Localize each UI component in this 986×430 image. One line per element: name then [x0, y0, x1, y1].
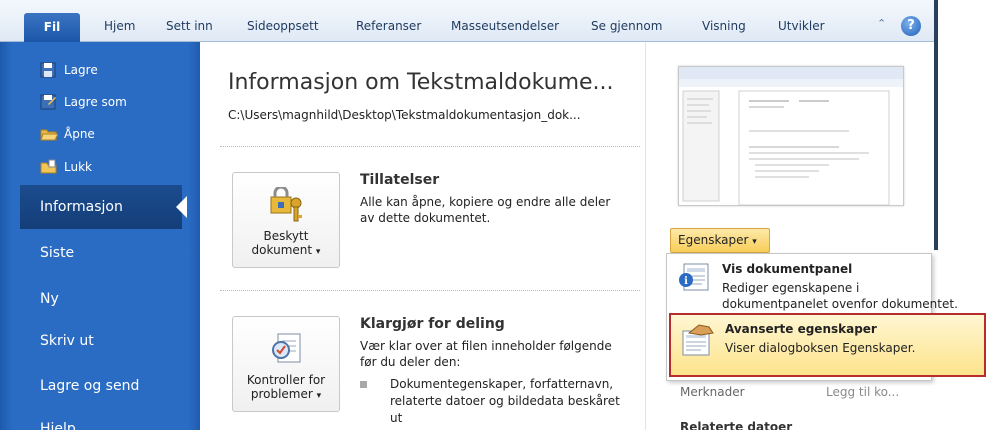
nav-save-as-label: Lagre som [64, 95, 127, 109]
menu-item-show-document-panel[interactable]: i Vis dokumentpanel Rediger egenskapene … [667, 254, 958, 312]
inspect-document-icon [266, 331, 306, 367]
prepare-description: Vær klar over at filen inneholder følgen… [360, 339, 612, 369]
protect-document-button[interactable]: Beskytt dokument ▾ [232, 172, 340, 268]
nav-open-label: Åpne [64, 127, 95, 141]
nav-item-info[interactable]: Informasjon [40, 199, 123, 215]
chevron-down-icon: ▾ [315, 247, 321, 257]
permissions-description: Alle kan åpne, kopiere og endre alle del… [360, 195, 611, 225]
document-thumbnail [678, 66, 904, 206]
tab-page-layout[interactable]: Sideoppsett [247, 19, 319, 33]
section-divider [220, 146, 640, 147]
nav-item-print[interactable]: Skriv ut [40, 333, 94, 349]
check-issues-button[interactable]: Kontroller for problemer ▾ [232, 316, 340, 412]
section-divider [220, 290, 640, 291]
menu-item-title: Avanserte egenskaper [725, 322, 877, 336]
check-issues-label-2: problemer ▾ [250, 387, 322, 401]
collapse-ribbon-icon[interactable]: ⌃ [877, 17, 886, 30]
nav-selected-notch [176, 196, 187, 218]
check-issues-label-1: Kontroller for [246, 373, 326, 387]
tab-review[interactable]: Se gjennom [591, 19, 662, 33]
related-dates-label: Relaterte datoer [680, 420, 793, 430]
nav-save[interactable]: Lagre [40, 60, 98, 80]
bullet-icon [360, 381, 367, 388]
chevron-down-icon: ▾ [752, 237, 757, 247]
save-as-icon [40, 94, 58, 110]
menu-item-desc: Viser dialogboksen Egenskaper. [725, 341, 916, 355]
open-folder-icon [40, 126, 59, 142]
list-item: Dokumentegenskaper, forfatternavn, relat… [360, 376, 630, 427]
nav-save-label: Lagre [64, 63, 98, 77]
add-comments-field[interactable]: Legg til ko... [826, 385, 899, 399]
svg-text:i: i [684, 276, 688, 287]
nav-item-new[interactable]: Ny [40, 291, 59, 307]
comments-label: Merknader [680, 385, 745, 399]
tab-file[interactable]: Fil [24, 13, 80, 42]
document-panel-icon: i [678, 262, 710, 296]
permissions-title: Tillatelser [360, 172, 440, 188]
advanced-properties-icon [679, 323, 715, 361]
nav-item-save-send[interactable]: Lagre og send [40, 378, 139, 394]
nav-save-as[interactable]: Lagre som [40, 92, 127, 112]
nav-item-help[interactable]: Hjelp [40, 421, 76, 430]
prepare-title: Klargjør for deling [360, 316, 505, 332]
nav-item-recent[interactable]: Siste [40, 245, 74, 261]
tab-insert[interactable]: Sett inn [166, 19, 213, 33]
menu-item-desc: dokumentpanelet ovenfor dokumentet. [722, 297, 958, 311]
tab-mailings[interactable]: Masseutsendelser [451, 19, 559, 33]
page-title: Informasjon om Tekstmaldokume... [228, 70, 614, 95]
protect-document-label-2: dokument ▾ [251, 243, 321, 257]
lock-key-icon [266, 185, 306, 223]
save-icon [40, 62, 58, 78]
tab-developer[interactable]: Utvikler [778, 19, 825, 33]
ribbon-tab-bar: Fil Hjem Sett inn Sideoppsett Referanser… [0, 0, 934, 42]
column-separator [645, 42, 646, 430]
window-edge-dark [934, 0, 938, 250]
menu-item-desc: Rediger egenskapene i [722, 281, 860, 295]
properties-button[interactable]: Egenskaper ▾ [670, 228, 770, 253]
chevron-down-icon: ▾ [316, 391, 322, 401]
backstage-view: Fil Hjem Sett inn Sideoppsett Referanser… [0, 0, 986, 430]
tab-home[interactable]: Hjem [104, 19, 135, 33]
close-folder-icon [40, 159, 58, 175]
menu-item-title: Vis dokumentpanel [722, 262, 853, 276]
tab-references[interactable]: Referanser [356, 19, 421, 33]
nav-close[interactable]: Lukk [40, 157, 92, 177]
properties-button-label: Egenskaper [678, 233, 749, 247]
help-icon[interactable]: ? [901, 16, 921, 36]
tab-view[interactable]: Visning [702, 19, 746, 33]
protect-document-label-1: Beskytt [263, 229, 309, 243]
nav-open[interactable]: Åpne [40, 124, 95, 144]
menu-item-advanced-properties[interactable]: Avanserte egenskaper Viser dialogboksen … [669, 313, 986, 377]
nav-close-label: Lukk [64, 160, 92, 174]
file-path: C:\Users\magnhild\Desktop\Tekstmaldokume… [228, 108, 581, 122]
